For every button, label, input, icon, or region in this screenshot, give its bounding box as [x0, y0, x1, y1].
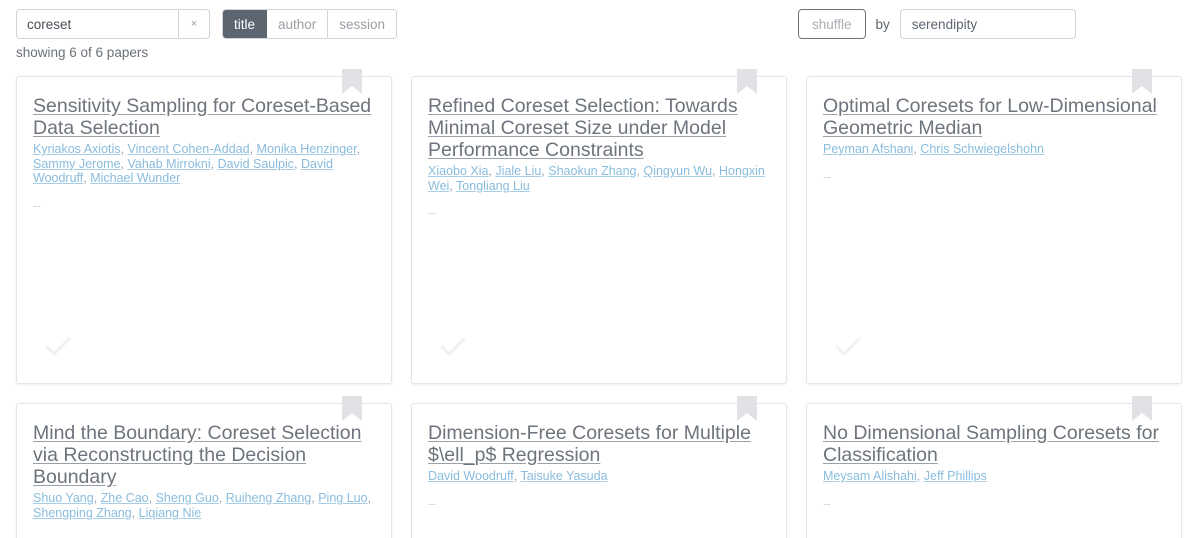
author-link[interactable]: Shaokun Zhang [548, 164, 636, 178]
author-link[interactable]: Zhe Cao [101, 491, 149, 505]
author-link[interactable]: Sheng Guo [156, 491, 219, 505]
bookmark-icon[interactable] [1131, 69, 1153, 95]
author-link[interactable]: Monika Henzinger [257, 142, 357, 156]
tab-session[interactable]: session [328, 10, 397, 38]
paper-grid: Sensitivity Sampling for Coreset-Based D… [0, 60, 1200, 538]
author-link[interactable]: Shengping Zhang [33, 506, 132, 520]
author-separator: , [294, 156, 301, 171]
paper-card[interactable]: Refined Coreset Selection: Towards Minim… [411, 69, 787, 384]
sort-controls: shuffle by serendipity [798, 9, 1076, 39]
bookmark-icon[interactable] [341, 396, 363, 422]
search-input[interactable] [16, 9, 178, 39]
paper-title-wrap: Dimension-Free Coresets for Multiple $\e… [428, 422, 770, 466]
author-link[interactable]: Sammy Jerome [33, 157, 121, 171]
author-link[interactable]: Chris Schwiegelshohn [920, 142, 1044, 156]
author-link[interactable]: Xiaobo Xia [428, 164, 488, 178]
paper-meta: -- [823, 169, 831, 184]
paper-title-link[interactable]: Mind the Boundary: Coreset Selection via… [33, 422, 361, 488]
check-icon[interactable] [440, 337, 466, 357]
author-link[interactable]: Meysam Alishahi [823, 469, 917, 483]
author-link[interactable]: Shuo Yang [33, 491, 94, 505]
search-group: × [16, 9, 210, 39]
paper-card[interactable]: Dimension-Free Coresets for Multiple $\e… [411, 396, 787, 538]
author-link[interactable]: Jeff Phillips [924, 469, 987, 483]
author-link[interactable]: Qingyun Wu [643, 164, 712, 178]
author-separator: , [93, 491, 101, 506]
by-label: by [875, 16, 890, 32]
clear-search-button[interactable]: × [178, 9, 210, 39]
shuffle-button[interactable]: shuffle [798, 9, 866, 39]
paper-title-link[interactable]: Optimal Coresets for Low-Dimensional Geo… [823, 95, 1157, 139]
top-toolbar: × title author session shuffle by serend… [0, 0, 1200, 44]
bookmark-icon[interactable] [1131, 396, 1153, 422]
paper-title-link[interactable]: Sensitivity Sampling for Coreset-Based D… [33, 95, 371, 139]
paper-meta: -- [428, 496, 436, 511]
author-link[interactable]: David Woodruff [428, 469, 514, 483]
author-list: Xiaobo Xia, Jiale Liu, Shaokun Zhang, Qi… [428, 164, 770, 193]
author-link[interactable]: Peyman Afshani [823, 142, 913, 156]
paper-title-link[interactable]: No Dimensional Sampling Coresets for Cla… [823, 422, 1159, 466]
author-separator: , [218, 491, 226, 506]
paper-title-link[interactable]: Refined Coreset Selection: Towards Minim… [428, 95, 738, 161]
paper-title-wrap: Mind the Boundary: Coreset Selection via… [33, 422, 375, 488]
author-list: David Woodruff, Taisuke Yasuda [428, 469, 770, 484]
author-separator: , [367, 491, 372, 506]
paper-meta: -- [428, 206, 436, 221]
paper-meta: -- [823, 496, 831, 511]
paper-title-wrap: Sensitivity Sampling for Coreset-Based D… [33, 95, 375, 139]
author-link[interactable]: Vahab Mirrokni [127, 157, 210, 171]
author-separator: , [712, 164, 719, 179]
sort-order-select[interactable]: serendipity [899, 9, 1076, 39]
bookmark-icon[interactable] [736, 69, 758, 95]
check-icon[interactable] [45, 337, 71, 357]
author-separator: , [131, 505, 139, 520]
bookmark-icon[interactable] [341, 69, 363, 95]
author-link[interactable]: Vincent Cohen-Addad [127, 142, 249, 156]
author-separator: , [210, 156, 218, 171]
paper-title-wrap: Optimal Coresets for Low-Dimensional Geo… [823, 95, 1165, 139]
author-link[interactable]: Jiale Liu [495, 164, 541, 178]
check-icon[interactable] [835, 337, 861, 357]
author-link[interactable]: Michael Wunder [90, 171, 180, 185]
paper-meta: -- [33, 533, 375, 538]
tab-author[interactable]: author [267, 10, 329, 38]
author-list: Peyman Afshani, Chris Schwiegelshohn [823, 142, 1165, 157]
author-link[interactable]: Ping Luo [318, 491, 367, 505]
tab-title[interactable]: title [223, 10, 268, 38]
paper-meta: -- [33, 198, 41, 213]
bookmark-icon[interactable] [736, 396, 758, 422]
paper-card[interactable]: Optimal Coresets for Low-Dimensional Geo… [806, 69, 1182, 384]
paper-card[interactable]: Mind the Boundary: Coreset Selection via… [16, 396, 392, 538]
paper-title-link[interactable]: Dimension-Free Coresets for Multiple $\e… [428, 422, 751, 466]
author-separator: , [148, 491, 156, 506]
author-list: Kyriakos Axiotis, Vincent Cohen-Addad, M… [33, 142, 375, 186]
author-separator: , [916, 469, 924, 484]
author-list: Meysam Alishahi, Jeff Phillips [823, 469, 1165, 484]
paper-card[interactable]: No Dimensional Sampling Coresets for Cla… [806, 396, 1182, 538]
author-link[interactable]: Ruiheng Zhang [226, 491, 311, 505]
author-link[interactable]: Taisuke Yasuda [520, 469, 607, 483]
paper-card[interactable]: Sensitivity Sampling for Coreset-Based D… [16, 69, 392, 384]
author-list: Shuo Yang, Zhe Cao, Sheng Guo, Ruiheng Z… [33, 491, 375, 520]
author-link[interactable]: Kyriakos Axiotis [33, 142, 121, 156]
results-count: showing 6 of 6 papers [16, 45, 149, 60]
author-separator: , [356, 142, 361, 157]
author-link[interactable]: Tongliang Liu [456, 179, 530, 193]
paper-title-wrap: No Dimensional Sampling Coresets for Cla… [823, 422, 1165, 466]
author-separator: , [249, 142, 257, 157]
author-link[interactable]: David Saulpic [218, 157, 294, 171]
paper-title-wrap: Refined Coreset Selection: Towards Minim… [428, 95, 770, 161]
search-field-toggle-group: title author session [222, 9, 398, 39]
author-link[interactable]: Liqiang Nie [139, 506, 202, 520]
